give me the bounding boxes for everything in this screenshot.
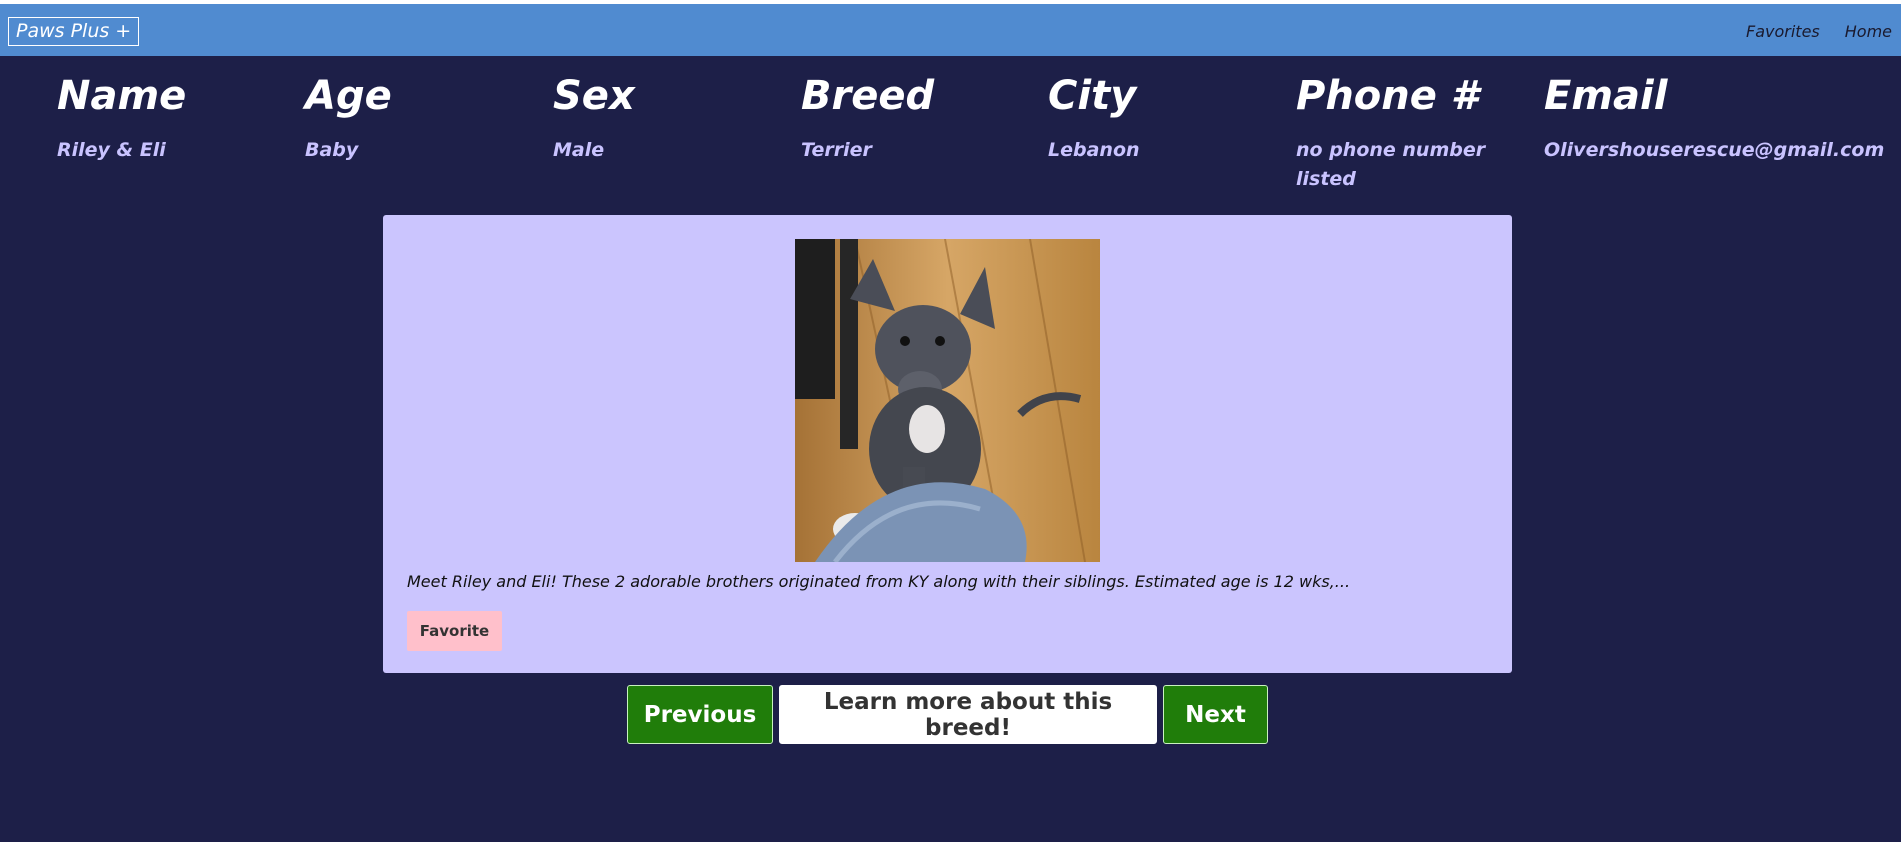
learn-more-button[interactable]: Learn more about this breed! xyxy=(779,685,1157,744)
info-col-sex: Sex Male xyxy=(553,72,793,165)
navbar: Paws Plus + Favorites Home xyxy=(0,4,1901,56)
info-heading-name: Name xyxy=(57,73,187,119)
dog-photo xyxy=(795,239,1100,562)
nav-link-home[interactable]: Home xyxy=(1845,22,1892,41)
info-col-age: Age Baby xyxy=(305,72,545,165)
brand-link[interactable]: Paws Plus + xyxy=(8,17,140,46)
next-button[interactable]: Next xyxy=(1163,685,1268,744)
dog-photo-illustration xyxy=(795,239,1100,562)
info-heading-age: Age xyxy=(305,73,392,119)
info-value-city: Lebanon xyxy=(1048,139,1140,161)
info-value-email: Olivershouserescue@gmail.com xyxy=(1544,139,1885,161)
nav-link-favorites[interactable]: Favorites xyxy=(1746,22,1820,41)
previous-button[interactable]: Previous xyxy=(627,685,773,744)
info-heading-city: City xyxy=(1048,73,1137,119)
nav-links: Favorites Home xyxy=(1746,22,1892,41)
info-value-phone: no phone number listed xyxy=(1296,139,1486,190)
pet-description: Meet Riley and Eli! These 2 adorable bro… xyxy=(407,572,1351,591)
info-value-breed: Terrier xyxy=(801,139,872,161)
pet-card: Meet Riley and Eli! These 2 adorable bro… xyxy=(383,215,1512,673)
info-value-age: Baby xyxy=(305,139,359,161)
info-value-name: Riley & Eli xyxy=(57,139,166,161)
info-col-name: Name Riley & Eli xyxy=(57,72,297,165)
info-col-email: Email Olivershouserescue@gmail.com xyxy=(1544,72,1901,165)
info-heading-sex: Sex xyxy=(553,73,635,119)
info-heading-email: Email xyxy=(1544,73,1668,119)
info-col-city: City Lebanon xyxy=(1048,72,1288,165)
info-col-breed: Breed Terrier xyxy=(801,72,1041,165)
info-heading-breed: Breed xyxy=(801,73,935,119)
info-value-sex: Male xyxy=(553,139,605,161)
info-heading-phone: Phone # xyxy=(1296,73,1479,119)
favorite-button[interactable]: Favorite xyxy=(407,611,502,651)
info-col-phone: Phone # no phone number listed xyxy=(1296,72,1496,194)
